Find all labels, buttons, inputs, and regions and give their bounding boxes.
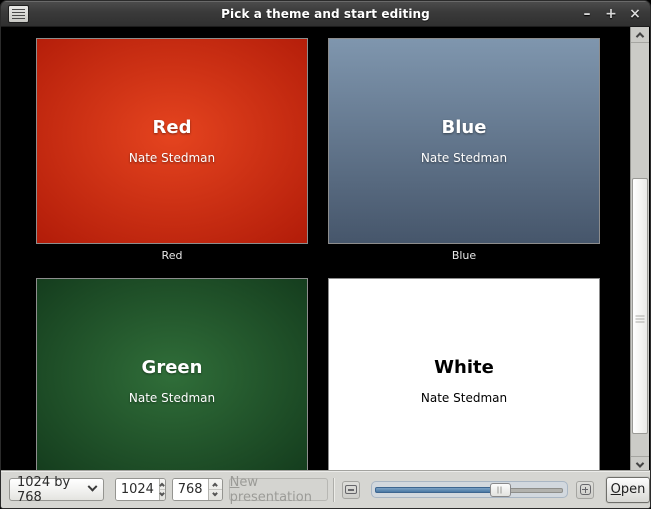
window-title: Pick a theme and start editing	[1, 7, 650, 21]
tile-title: Blue	[442, 117, 487, 138]
window-menu-button[interactable]	[8, 5, 29, 23]
theme-tile-red[interactable]: Red Nate Stedman	[36, 38, 308, 244]
tile-title: Green	[142, 357, 203, 378]
tile-author: Nate Stedman	[129, 151, 215, 165]
theme-item-green: Green Nate Stedman	[36, 278, 308, 472]
open-button[interactable]: Open	[606, 477, 650, 503]
chevron-up-icon	[160, 483, 166, 489]
scroll-up-button[interactable]	[631, 27, 649, 43]
tile-caption: Red	[162, 247, 183, 265]
theme-tile-green[interactable]: Green Nate Stedman	[36, 278, 308, 472]
height-spinner: 768	[172, 478, 223, 501]
maximize-button[interactable]: +	[602, 4, 620, 24]
height-spinner-steppers	[208, 479, 222, 500]
scrollbar-thumb[interactable]	[632, 178, 648, 434]
open-button-label: Open	[611, 482, 646, 497]
width-spinner-steppers	[159, 479, 165, 500]
window-controls: – + ×	[578, 1, 644, 27]
chevron-down-icon	[212, 491, 218, 497]
new-presentation-button[interactable]: New presentation	[229, 478, 329, 501]
theme-item-blue: Blue Nate Stedman Blue	[328, 38, 600, 265]
tile-author: Nate Stedman	[421, 151, 507, 165]
tile-author: Nate Stedman	[421, 391, 507, 405]
tile-title: White	[434, 357, 494, 378]
chevron-down-icon	[160, 491, 166, 497]
size-preset-select[interactable]: 1024 by 768	[9, 478, 104, 501]
spinner-up-button[interactable]	[209, 479, 222, 490]
size-preset-value: 1024 by 768	[17, 475, 89, 505]
zoom-in-button[interactable]	[576, 481, 594, 499]
tile-caption: Blue	[452, 247, 476, 265]
theme-item-white: White Nate Stedman	[328, 278, 600, 472]
theme-tile-blue[interactable]: Blue Nate Stedman	[328, 38, 600, 244]
zoom-in-icon	[580, 484, 591, 495]
titlebar: Pick a theme and start editing – + ×	[1, 1, 650, 27]
theme-list-area: Red Nate Stedman Red Blue Nate Stedman B…	[1, 27, 650, 472]
minimize-button[interactable]: –	[578, 4, 596, 24]
width-input[interactable]: 1024	[116, 479, 159, 500]
tile-author: Nate Stedman	[129, 391, 215, 405]
zoom-slider-fill	[375, 487, 503, 493]
tile-title: Red	[153, 117, 192, 138]
width-spinner: 1024	[115, 478, 166, 501]
zoom-slider[interactable]	[371, 481, 568, 498]
chevron-down-icon	[636, 459, 644, 467]
new-presentation-label: New presentation	[230, 475, 328, 505]
zoom-slider-handle[interactable]	[490, 483, 511, 497]
theme-item-red: Red Nate Stedman Red	[36, 38, 308, 265]
zoom-out-icon	[345, 485, 357, 494]
close-button[interactable]: ×	[626, 4, 644, 24]
chevron-up-icon	[212, 483, 218, 489]
spinner-down-button[interactable]	[209, 490, 222, 500]
theme-grid: Red Nate Stedman Red Blue Nate Stedman B…	[36, 38, 601, 472]
window-menu-icon	[12, 9, 25, 19]
chevron-down-icon	[87, 482, 97, 492]
spinner-up-button[interactable]	[160, 479, 165, 490]
slider-grip-icon	[498, 487, 503, 494]
theme-tile-white[interactable]: White Nate Stedman	[328, 278, 600, 472]
vertical-scrollbar[interactable]	[630, 27, 649, 472]
chevron-up-icon	[636, 32, 644, 40]
scrollbar-grip-icon	[636, 315, 645, 322]
theme-picker-window: Pick a theme and start editing – + × Red…	[0, 0, 651, 509]
zoom-out-button[interactable]	[342, 481, 360, 499]
height-input[interactable]: 768	[173, 479, 208, 500]
toolbar-separator	[333, 478, 334, 502]
bottom-toolbar: 1024 by 768 1024 768 New presentation	[1, 470, 650, 508]
spinner-down-button[interactable]	[160, 490, 165, 500]
